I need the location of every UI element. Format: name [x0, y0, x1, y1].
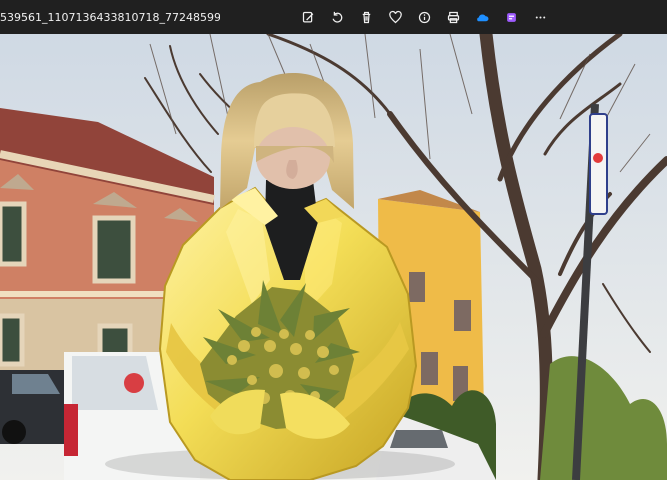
- street-sign: [589, 113, 608, 215]
- rotate-icon: [332, 11, 342, 23]
- info-button[interactable]: [410, 3, 438, 31]
- print-button[interactable]: [439, 3, 467, 31]
- cloud-button[interactable]: [468, 3, 496, 31]
- favorite-icon: [388, 10, 402, 23]
- designer-button[interactable]: [497, 3, 525, 31]
- file-name: 539561_1107136433810718_7724859914057948…: [0, 11, 220, 24]
- rotate-button[interactable]: [323, 3, 351, 31]
- viewer-title-bar: 539561_1107136433810718_7724859914057948…: [0, 0, 667, 34]
- delete-button[interactable]: [352, 3, 380, 31]
- edit-icon: [302, 11, 313, 22]
- favorite-button[interactable]: [381, 3, 409, 31]
- cloud-icon: [476, 13, 488, 21]
- photo-canvas[interactable]: [0, 34, 667, 480]
- print-icon: [447, 11, 459, 23]
- more-button[interactable]: [526, 3, 554, 31]
- info-icon: [418, 11, 430, 23]
- mannequin-face: [256, 127, 330, 189]
- designer-icon: [506, 12, 516, 22]
- delete-icon: [362, 11, 370, 23]
- edit-button[interactable]: [294, 3, 322, 31]
- more-icon: [535, 16, 545, 18]
- viewer-toolbar: [294, 3, 555, 31]
- photo-image: [0, 34, 667, 480]
- photo-viewer-window: 539561_1107136433810718_7724859914057948…: [0, 0, 667, 480]
